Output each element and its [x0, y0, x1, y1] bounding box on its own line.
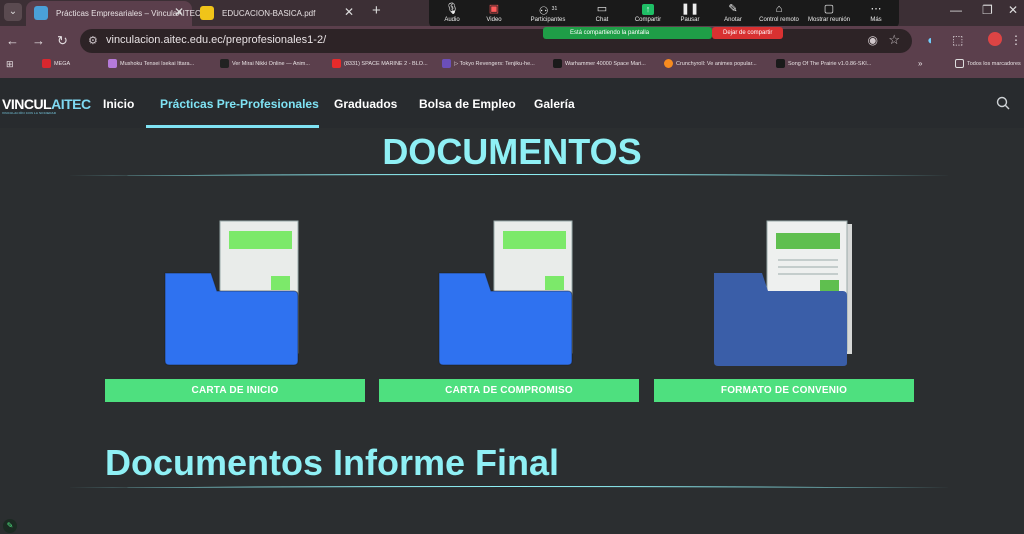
bookmark-item[interactable]: Crunchyroll: Ve animes popular...	[664, 59, 757, 68]
bookmark-star-icon[interactable]: ☆	[888, 32, 900, 48]
carta-de-compromiso-button[interactable]: CARTA DE COMPROMISO	[379, 379, 639, 402]
window-close-icon[interactable]: ✕	[1008, 3, 1018, 17]
bookmark-favicon-icon	[553, 59, 562, 68]
back-arrow-icon[interactable]: ←	[6, 33, 19, 48]
carta-de-inicio-button[interactable]: CARTA DE INICIO	[105, 379, 365, 402]
youtube-icon	[332, 59, 341, 68]
profile-avatar[interactable]	[988, 32, 1002, 46]
stop-sharing-button[interactable]: Dejar de compartir	[712, 27, 783, 39]
bookmark-item[interactable]: Mushoku Tensei Isekai Ittara...	[108, 59, 194, 68]
folder-document-icon	[714, 220, 852, 366]
bookmarks-bar: ⊞ MEGA Mushoku Tensei Isekai Ittara... V…	[0, 56, 1024, 78]
folder-icon	[955, 59, 964, 68]
bookmark-item[interactable]: Ver Mirai Nikki Online — Anim...	[220, 59, 310, 68]
document-card[interactable]: CARTA DE COMPROMISO	[379, 218, 639, 403]
tab-title: EDUCACION-BASICA.pdf	[222, 9, 316, 18]
forward-arrow-icon[interactable]: →	[32, 33, 45, 48]
bookmark-favicon-icon	[442, 59, 451, 68]
bookmark-item[interactable]: MEGA	[42, 59, 70, 68]
bookmark-favicon-icon	[108, 59, 117, 68]
nav-practicas[interactable]: Prácticas Pre-Profesionales	[160, 97, 319, 111]
final-report-heading: Documentos Informe Final	[105, 442, 560, 483]
sharing-status-bar: Está compartiendo la pantalla	[543, 27, 712, 39]
tab-close-icon[interactable]: ✕	[174, 5, 184, 19]
participants-button[interactable]: ⚇ 31 Participantes	[522, 2, 574, 23]
heading-swoosh	[67, 486, 951, 488]
bookmark-item[interactable]: ▷ Tokyo Revengers: Tenjiku-he...	[442, 59, 535, 68]
edit-pencil-icon[interactable]: ✎	[3, 519, 17, 533]
folder-document-icon	[164, 220, 299, 366]
site-settings-icon[interactable]: ⚙	[88, 34, 98, 47]
extension-wave-icon[interactable]: ◖	[926, 33, 933, 47]
bookmark-favicon-icon	[776, 59, 785, 68]
nav-graduados[interactable]: Graduados	[334, 97, 397, 111]
vinculaaitec-favicon-icon	[34, 6, 48, 20]
annotate-button[interactable]: ✎ Anotar	[707, 2, 759, 23]
browser-menu-icon[interactable]: ⋮	[1010, 33, 1022, 47]
folder-document-icon	[438, 220, 573, 366]
all-bookmarks-folder[interactable]: Todos los marcadores	[955, 59, 1021, 68]
tab-close-icon[interactable]: ✕	[344, 5, 354, 19]
minimize-icon[interactable]: —	[950, 3, 962, 17]
page-content: VINCULAITEC VINCULACIÓN CON LA SOCIEDAD …	[0, 78, 1024, 534]
nav-inicio[interactable]: Inicio	[103, 97, 134, 111]
nav-bolsa-empleo[interactable]: Bolsa de Empleo	[419, 97, 516, 111]
site-navbar: VINCULAITEC VINCULACIÓN CON LA SOCIEDAD …	[0, 78, 1024, 128]
document-card[interactable]: CARTA DE INICIO	[105, 218, 365, 403]
tab-vinculaaitec[interactable]: Prácticas Empresariales – VinculaAITEC ✕	[26, 1, 201, 26]
pdf-favicon-icon	[200, 6, 214, 20]
extensions-puzzle-icon[interactable]: ⬚	[952, 33, 963, 47]
more-icon: ⋯	[870, 3, 882, 15]
apps-grid-icon[interactable]: ⊞	[6, 59, 14, 70]
nav-galeria[interactable]: Galería	[534, 97, 575, 111]
site-logo-subtitle: VINCULACIÓN CON LA SOCIEDAD	[2, 111, 57, 115]
more-bookmarks-icon[interactable]: »	[918, 59, 922, 68]
remote-control-button[interactable]: ⌂ Control remoto	[753, 2, 805, 23]
meeting-toolbar: 🎙︎ Audio ▣ Video ⚇ 31 Participantes ▭ Ch…	[429, 0, 899, 28]
tab-search-button[interactable]: ⌄	[4, 3, 22, 21]
bookmark-item[interactable]: Warhammer 40000 Space Mari...	[553, 59, 646, 68]
show-meeting-icon: ▢	[823, 3, 835, 15]
remote-control-icon: ⌂	[775, 3, 783, 15]
participants-icon: ⚇ 31	[538, 5, 558, 18]
formato-de-convenio-button[interactable]: FORMATO DE CONVENIO	[654, 379, 914, 402]
active-nav-indicator	[146, 125, 319, 128]
crunchyroll-icon	[664, 59, 673, 68]
heading-swoosh	[67, 174, 951, 176]
url-text[interactable]: vinculacion.aitec.edu.ec/preprofesionale…	[106, 34, 326, 46]
mega-icon	[42, 59, 51, 68]
chat-icon: ▭	[596, 3, 608, 15]
document-card[interactable]: FORMATO DE CONVENIO	[654, 218, 914, 403]
site-logo[interactable]: VINCULAITEC	[2, 96, 91, 112]
restore-icon[interactable]: ❐	[982, 3, 993, 17]
video-off-icon: ▣	[488, 3, 500, 15]
chat-button[interactable]: ▭ Chat	[576, 2, 628, 23]
eye-off-icon[interactable]: ◉	[868, 33, 878, 47]
bookmark-item[interactable]: Song Of The Prairie v1.0.86-SKI...	[776, 59, 871, 68]
address-bar[interactable]: ⚙ vinculacion.aitec.edu.ec/preprofesiona…	[80, 29, 912, 53]
show-meeting-button[interactable]: ▢ Mostrar reunión	[802, 2, 856, 23]
documents-heading: DOCUMENTOS	[382, 131, 642, 172]
search-icon[interactable]	[996, 96, 1010, 110]
tab-pdf[interactable]: EDUCACION-BASICA.pdf ✕	[192, 1, 362, 26]
annotate-icon: ✎	[728, 3, 738, 15]
reload-icon[interactable]: ↻	[57, 33, 68, 49]
new-tab-button[interactable]: +	[372, 2, 381, 19]
bookmark-item[interactable]: (8331) SPACE MARINE 2 - BLO...	[332, 59, 428, 68]
more-button[interactable]: ⋯ Más	[850, 2, 902, 23]
address-bar-row: ← → ↻ ⚙ vinculacion.aitec.edu.ec/preprof…	[0, 26, 1024, 56]
bookmark-favicon-icon	[220, 59, 229, 68]
video-button[interactable]: ▣ Video	[468, 2, 520, 23]
